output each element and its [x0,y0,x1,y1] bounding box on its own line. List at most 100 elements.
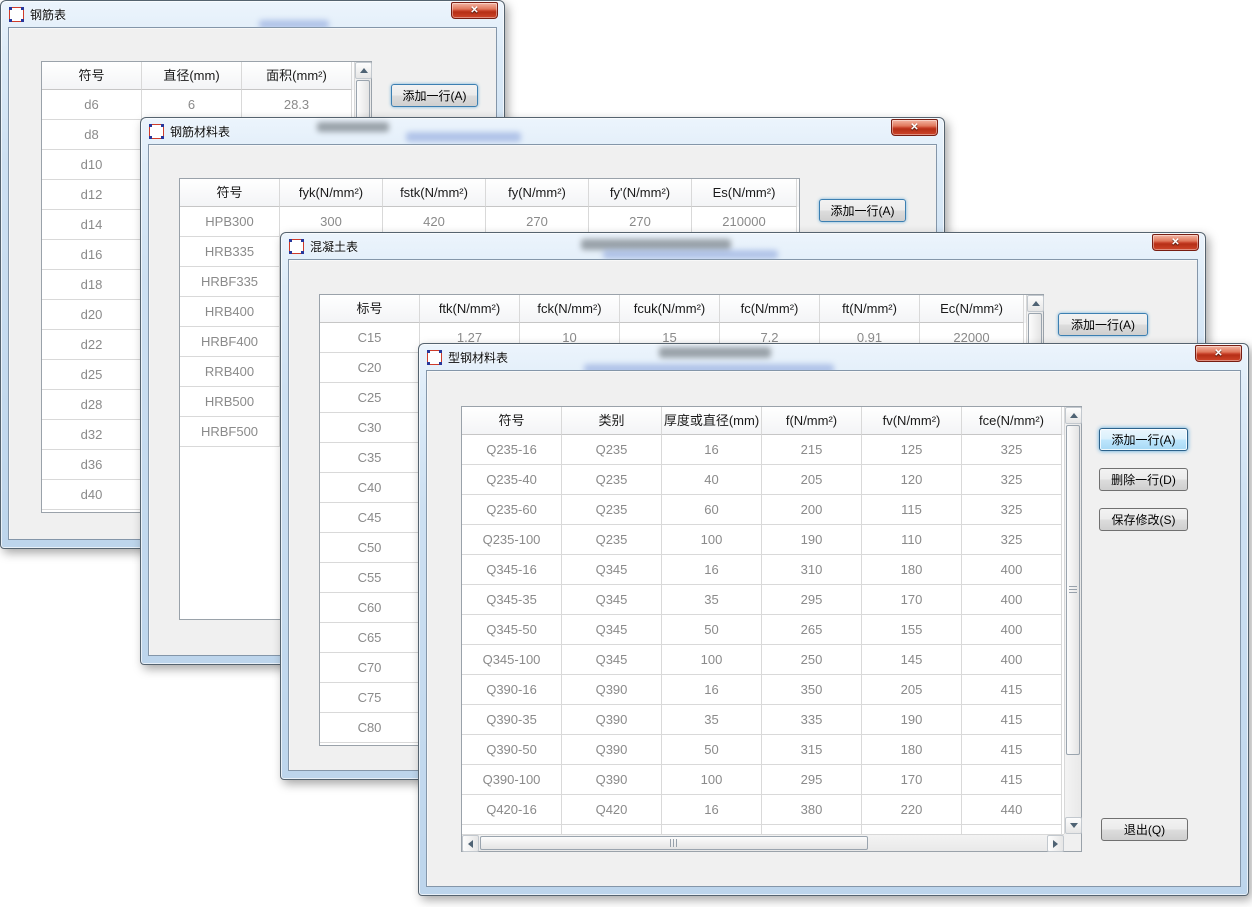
column-header[interactable]: ftk(N/mm²) [420,295,520,323]
table-row[interactable]: Q345-35Q34535295170400 [462,585,1064,615]
table-cell[interactable]: C75 [320,683,420,713]
table-cell[interactable]: C80 [320,713,420,743]
table-row[interactable]: d6628.3 [42,90,354,120]
close-button[interactable]: ✕ [1195,345,1242,362]
titlebar[interactable]: 型钢材料表 [419,344,1248,370]
table-cell[interactable]: Q235 [562,435,662,465]
table-cell[interactable]: 50 [662,615,762,645]
table-cell[interactable]: 200 [762,495,862,525]
table-row[interactable]: Q235-40Q23540205120325 [462,465,1064,495]
table-cell[interactable]: 415 [962,735,1062,765]
delete-row-button[interactable]: 删除一行(D) [1099,468,1188,491]
scroll-left-button[interactable] [462,835,479,852]
column-header[interactable]: 类别 [562,407,662,435]
table-cell[interactable]: Q345-100 [462,645,562,675]
table-cell[interactable]: 100 [662,765,762,795]
table-cell[interactable]: Q345 [562,615,662,645]
table-cell[interactable]: 215 [762,435,862,465]
table-cell[interactable]: 295 [762,765,862,795]
table-cell[interactable]: HRB500 [180,387,280,417]
table-cell[interactable]: HRB400 [180,297,280,327]
column-header[interactable]: f(N/mm²) [762,407,862,435]
table-cell[interactable]: 400 [962,555,1062,585]
exit-button[interactable]: 退出(Q) [1101,818,1188,841]
table-cell[interactable]: 325 [962,525,1062,555]
table-cell[interactable]: Q235 [562,495,662,525]
table-cell[interactable]: 16 [662,675,762,705]
table-cell[interactable]: 325 [962,435,1062,465]
table-cell[interactable]: 6 [142,90,242,120]
table-row[interactable]: Q345-100Q345100250145400 [462,645,1064,675]
table-cell[interactable]: 415 [962,765,1062,795]
add-row-button[interactable]: 添加一行(A) [819,199,906,222]
column-header[interactable]: 符号 [42,62,142,90]
table-cell[interactable]: 335 [762,705,862,735]
table-cell[interactable]: HRB335 [180,237,280,267]
table-cell[interactable]: 16 [662,435,762,465]
table-cell[interactable]: C15 [320,323,420,353]
table-cell[interactable]: HPB300 [180,207,280,237]
table-cell[interactable]: 180 [862,555,962,585]
table-cell[interactable]: d12 [42,180,142,210]
table-cell[interactable]: 16 [662,555,762,585]
table-cell[interactable]: 115 [862,495,962,525]
table-cell[interactable]: Q390-35 [462,705,562,735]
table-cell[interactable]: HRBF500 [180,417,280,447]
table-cell[interactable]: d16 [42,240,142,270]
table-cell[interactable]: Q390 [562,705,662,735]
table-cell[interactable]: d22 [42,330,142,360]
titlebar[interactable]: 钢筋表 [1,1,504,27]
table-cell[interactable]: HRBF400 [180,327,280,357]
table-cell[interactable]: 190 [762,525,862,555]
table-cell[interactable]: 125 [862,435,962,465]
table-row[interactable]: Q235-60Q23560200115325 [462,495,1064,525]
table-cell[interactable]: C35 [320,443,420,473]
table-cell[interactable]: 50 [662,735,762,765]
table-row[interactable]: Q420-16Q42016380220440 [462,795,1064,825]
scroll-up-button[interactable] [1065,407,1082,424]
table-cell[interactable]: Q345-35 [462,585,562,615]
column-header[interactable]: fv(N/mm²) [862,407,962,435]
table-cell[interactable]: C25 [320,383,420,413]
table-cell[interactable] [862,825,962,834]
table-row[interactable]: Q390-50Q39050315180415 [462,735,1064,765]
close-button[interactable]: ✕ [451,2,498,19]
save-changes-button[interactable]: 保存修改(S) [1099,508,1188,531]
table-cell[interactable]: Q345 [562,555,662,585]
table-row[interactable]: Q390-35Q39035335190415 [462,705,1064,735]
table-cell[interactable]: d6 [42,90,142,120]
table-cell[interactable]: Q235-100 [462,525,562,555]
table-cell[interactable]: Q345 [562,645,662,675]
column-header[interactable]: fyk(N/mm²) [280,179,383,207]
table-cell[interactable]: d10 [42,150,142,180]
table-cell[interactable]: 415 [962,675,1062,705]
column-header[interactable]: ft(N/mm²) [820,295,920,323]
table-cell[interactable]: Q235 [562,465,662,495]
add-row-button[interactable]: 添加一行(A) [1099,428,1188,451]
table-cell[interactable]: C60 [320,593,420,623]
titlebar[interactable]: 钢筋材料表 [141,118,944,144]
horizontal-scrollbar[interactable] [462,834,1064,851]
table-cell[interactable]: C40 [320,473,420,503]
column-header[interactable]: 直径(mm) [142,62,242,90]
table-cell[interactable]: Q345-50 [462,615,562,645]
close-button[interactable]: ✕ [891,119,938,136]
table-cell[interactable]: Q345 [562,585,662,615]
table-row[interactable]: Q390-16Q39016350205415 [462,675,1064,705]
table-cell[interactable] [762,825,862,834]
table-cell[interactable] [562,825,662,834]
add-row-button[interactable]: 添加一行(A) [1058,313,1148,336]
scrollbar-thumb[interactable] [1066,425,1080,755]
table-cell[interactable]: 380 [762,795,862,825]
scroll-right-button[interactable] [1047,835,1064,852]
table-row[interactable]: Q390-100Q390100295170415 [462,765,1064,795]
table-cell[interactable]: 110 [862,525,962,555]
table-cell[interactable]: 170 [862,585,962,615]
column-header[interactable]: fc(N/mm²) [720,295,820,323]
table-cell[interactable]: d25 [42,360,142,390]
table-cell[interactable]: 35 [662,705,762,735]
table-cell[interactable]: RRB400 [180,357,280,387]
table-cell[interactable]: 400 [962,645,1062,675]
table-cell[interactable]: 325 [962,495,1062,525]
table-cell[interactable]: d8 [42,120,142,150]
